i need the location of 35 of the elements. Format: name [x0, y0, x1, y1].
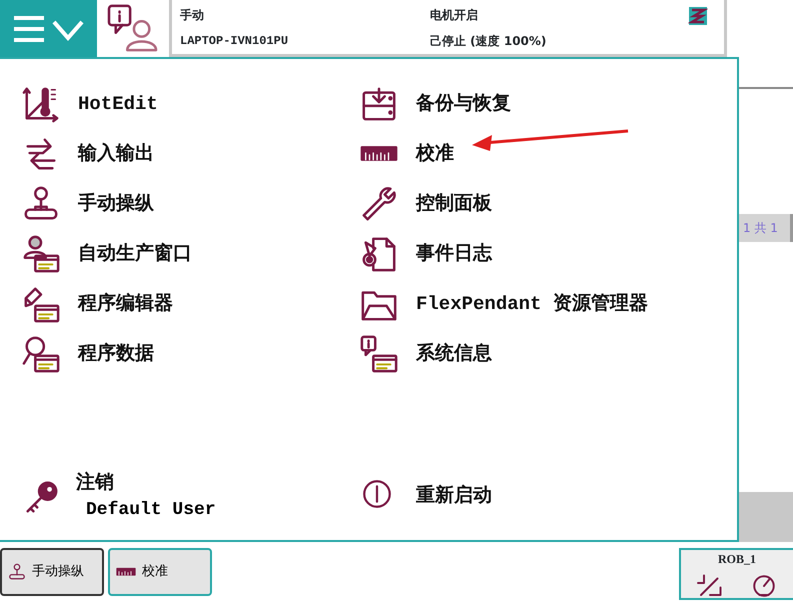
person-window-icon — [22, 235, 60, 273]
menu-item[interactable]: FlexPendant 资源管理器 — [360, 279, 737, 329]
menu-item[interactable]: 程序数据 — [22, 329, 360, 379]
download-box-icon — [360, 85, 398, 123]
menu-item[interactable]: 程序编辑器 — [22, 279, 360, 329]
menu-button[interactable] — [0, 0, 97, 57]
menu-item[interactable]: 事件日志 — [360, 229, 737, 279]
joystick-icon — [8, 563, 26, 581]
menu-icon — [12, 14, 86, 44]
system-name: LAPTOP-IVN101PU — [180, 33, 290, 50]
document-icon — [360, 235, 398, 273]
scroll-area — [739, 492, 793, 542]
robot-status-panel: ROB_1 — [679, 548, 793, 600]
mode-label: 手动 — [180, 7, 205, 24]
menu-item[interactable]: HotEdit — [22, 79, 360, 129]
task-button[interactable]: 手动操纵 — [0, 548, 104, 596]
magnifier-window-icon — [22, 335, 60, 373]
wrench-icon — [360, 185, 398, 223]
restart-button[interactable]: 重新启动 — [360, 471, 737, 522]
menu-item[interactable]: 校准 — [360, 129, 737, 179]
menu-item[interactable]: 输入输出 — [22, 129, 360, 179]
menu-item[interactable]: 系统信息 — [360, 329, 737, 379]
logout-button[interactable]: 注销 Default User — [22, 468, 360, 524]
menu-item[interactable]: 控制面板 — [360, 179, 737, 229]
pencil-window-icon — [22, 285, 60, 323]
task-button[interactable]: 校准 — [108, 548, 212, 596]
menu-item[interactable]: 手动操纵 — [22, 179, 360, 229]
motor-status: 电机开启 — [430, 7, 479, 24]
info-window-icon — [360, 335, 398, 373]
chart-thermometer-icon — [22, 85, 60, 123]
menu-item[interactable]: 备份与恢复 — [360, 79, 737, 129]
run-status: 己停止 (速度 100%) — [430, 33, 548, 50]
page-indicator: 1 共 1 — [739, 214, 793, 242]
status-icon[interactable] — [688, 6, 708, 26]
menu-item[interactable]: 自动生产窗口 — [22, 229, 360, 279]
